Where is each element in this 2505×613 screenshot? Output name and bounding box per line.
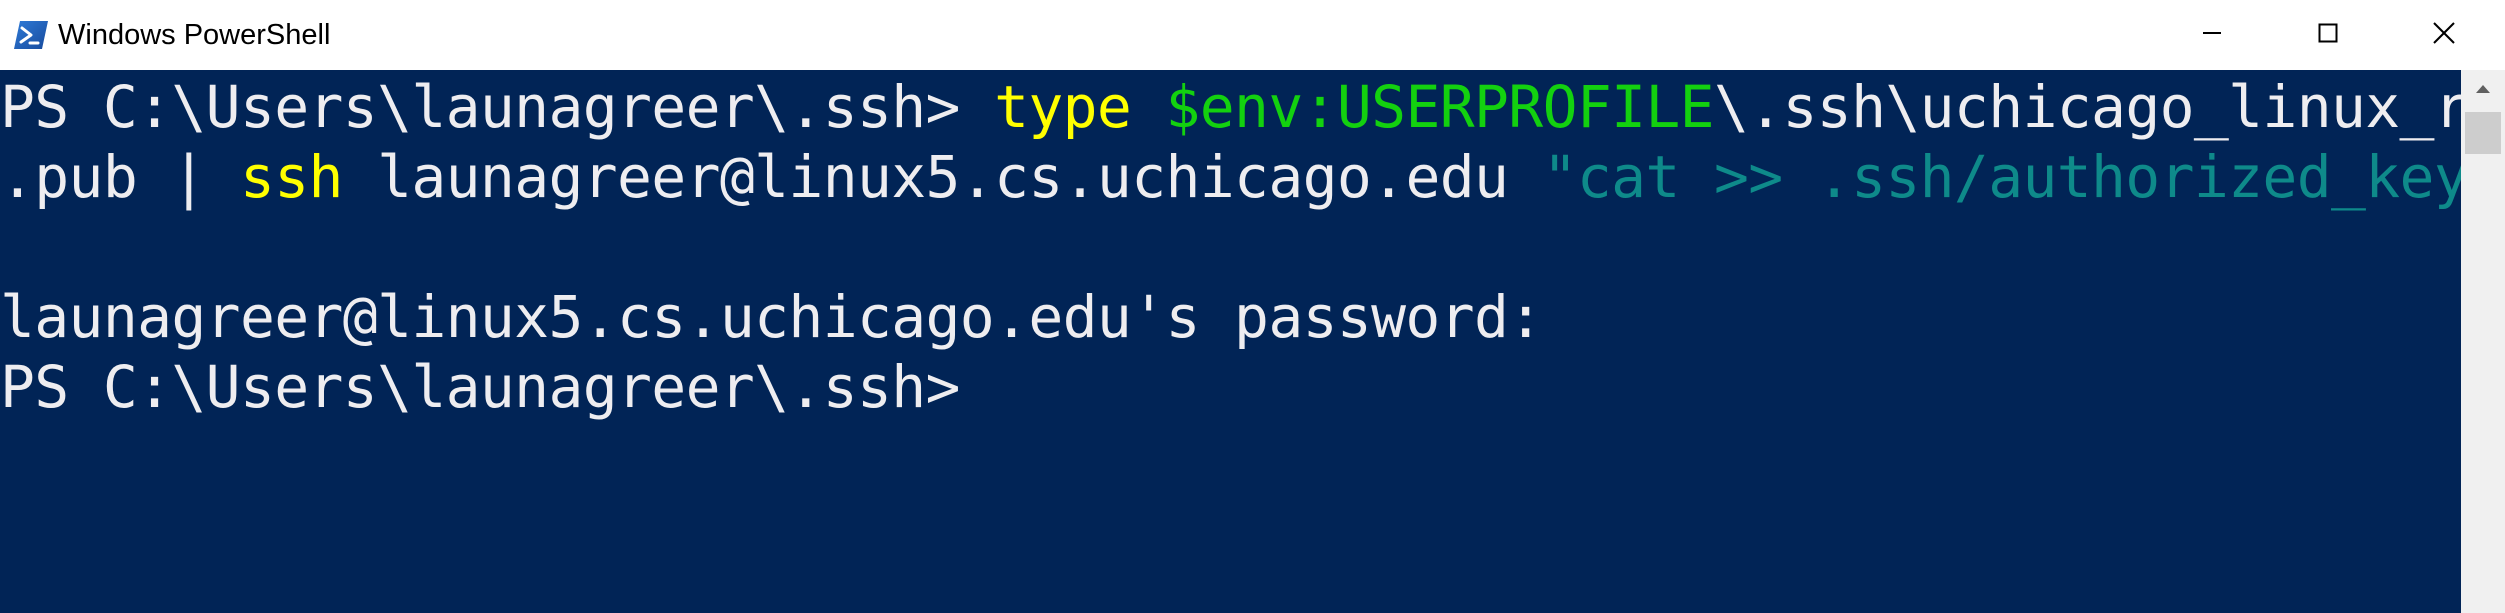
- password-prompt: launagreer@linux5.cs.uchicago.edu's pass…: [0, 283, 1543, 351]
- console-line-command-2: .pub | ssh launagreer@linux5.cs.uchicago…: [0, 142, 2461, 212]
- scroll-up-arrow-icon: [2475, 81, 2491, 99]
- remote-command-string: "cat >> .ssh/authorized_keys": [1542, 143, 2461, 211]
- command-ssh: ssh: [239, 143, 343, 211]
- scrollbar-thumb[interactable]: [2465, 112, 2501, 154]
- minimize-button[interactable]: [2154, 0, 2270, 70]
- close-icon: [2433, 21, 2455, 49]
- maximize-icon: [2318, 23, 2338, 48]
- console-output[interactable]: PS C:\Users\launagreer\.ssh> type $env:U…: [0, 70, 2461, 613]
- prompt: PS C:\Users\launagreer\.ssh>: [0, 73, 995, 141]
- console-line-command-1: PS C:\Users\launagreer\.ssh> type $env:U…: [0, 72, 2461, 142]
- vertical-scrollbar[interactable]: [2461, 70, 2505, 613]
- maximize-button[interactable]: [2270, 0, 2386, 70]
- minimize-icon: [2202, 23, 2222, 48]
- close-button[interactable]: [2386, 0, 2502, 70]
- ssh-target: launagreer@linux5.cs.uchicago.edu: [342, 143, 1543, 211]
- key-path: \.ssh\uchicago_linux_rsa: [1713, 73, 2461, 141]
- title-bar[interactable]: Windows PowerShell: [0, 0, 2505, 70]
- powershell-icon[interactable]: [13, 20, 49, 50]
- scroll-up-button[interactable]: [2461, 70, 2505, 110]
- command-type: type: [994, 73, 1132, 141]
- current-prompt: PS C:\Users\launagreer\.ssh>: [0, 353, 960, 421]
- powershell-window: Windows PowerShell PS C:\Users\launagree…: [0, 0, 2505, 613]
- window-title: Windows PowerShell: [58, 19, 331, 51]
- variable-userprofile: $env:USERPROFILE: [1165, 73, 1715, 141]
- key-path-end: .pub |: [0, 143, 240, 211]
